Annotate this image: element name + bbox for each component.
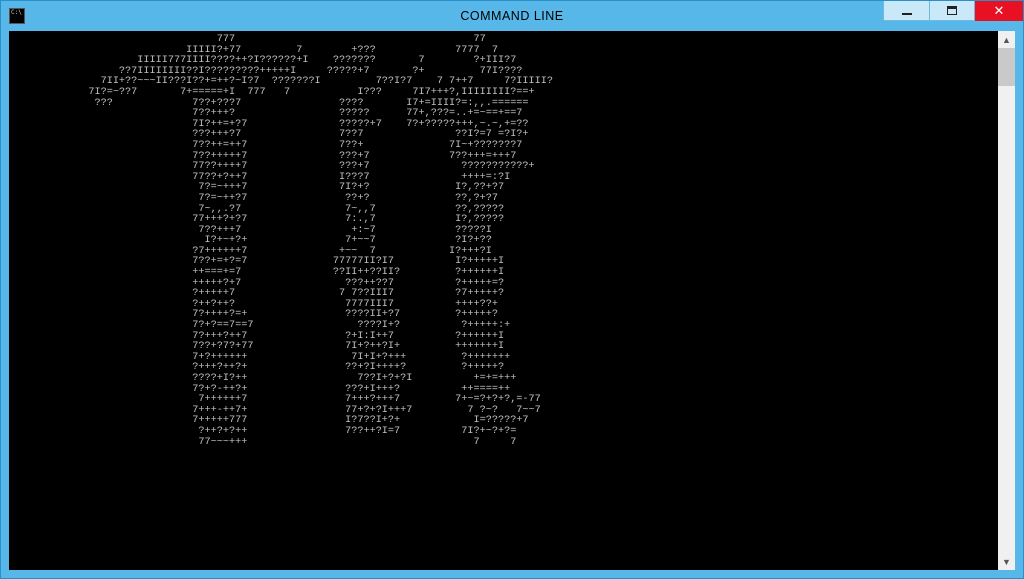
terminal-output[interactable]: 777 77 IIIII?+77 7 +??? 7777 7 IIIII777I… (9, 31, 998, 570)
scrollbar-track[interactable] (998, 48, 1015, 553)
minimize-button[interactable] (883, 1, 929, 21)
app-icon: C:\ (9, 8, 25, 24)
client-area: 777 77 IIIII?+77 7 +??? 7777 7 IIIII777I… (9, 31, 1015, 570)
minimize-icon (902, 13, 912, 15)
scroll-up-button[interactable]: ▲ (998, 31, 1015, 48)
window-title: COMMAND LINE (460, 9, 563, 23)
titlebar[interactable]: C:\ COMMAND LINE (1, 1, 1023, 31)
window-frame: C:\ COMMAND LINE 777 77 (0, 0, 1024, 579)
chevron-down-icon: ▼ (1002, 557, 1011, 567)
vertical-scrollbar[interactable]: ▲ ▼ (998, 31, 1015, 570)
close-button[interactable] (975, 1, 1023, 21)
close-icon (994, 3, 1005, 19)
scroll-down-button[interactable]: ▼ (998, 553, 1015, 570)
console-icon: C:\ (11, 10, 22, 16)
maximize-icon (947, 6, 957, 15)
chevron-up-icon: ▲ (1002, 35, 1011, 45)
maximize-button[interactable] (929, 1, 975, 21)
scrollbar-thumb[interactable] (998, 48, 1015, 86)
window-controls (883, 1, 1023, 23)
